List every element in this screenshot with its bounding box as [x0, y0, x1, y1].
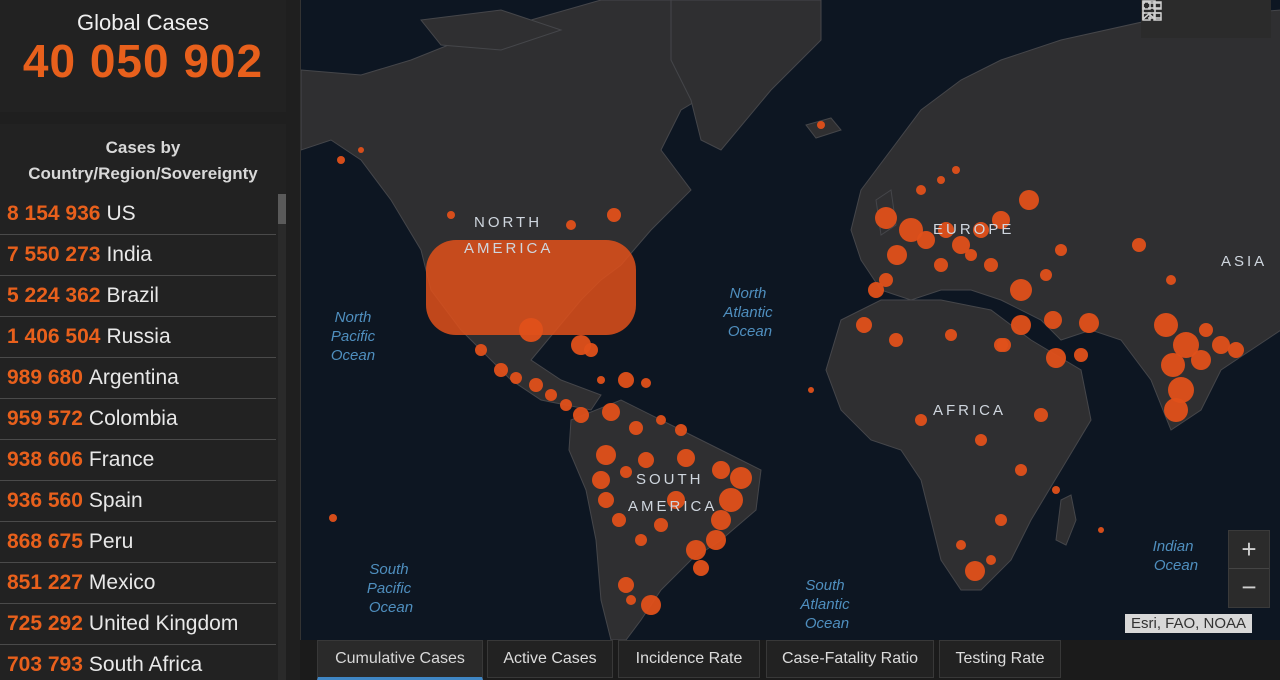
- list-scrollbar[interactable]: [278, 194, 286, 680]
- zoom-control: + −: [1228, 530, 1270, 608]
- list-item[interactable]: 989 680 Argentina: [0, 358, 276, 399]
- list-item[interactable]: 7 550 273 India: [0, 235, 276, 276]
- country-name: France: [88, 448, 155, 471]
- case-count: 703 793: [7, 653, 83, 676]
- list-item[interactable]: 1 406 504 Russia: [0, 317, 276, 358]
- case-count: 938 606: [7, 448, 83, 471]
- ocean-label: Ocean: [1154, 557, 1198, 574]
- list-item[interactable]: 851 227 Mexico: [0, 563, 276, 604]
- ocean-label: Indian: [1153, 538, 1194, 555]
- ocean-label: Atlantic: [799, 596, 850, 613]
- zoom-in-button[interactable]: +: [1229, 531, 1269, 569]
- list-item[interactable]: 725 292 United Kingdom: [0, 604, 276, 645]
- country-list: 8 154 936 US 7 550 273 India 5 224 362 Braz…: [0, 194, 276, 680]
- cases-by-country-header: Cases by Country/Region/Sovereignty: [0, 124, 286, 199]
- country-name: India: [106, 243, 152, 266]
- country-name: Brazil: [106, 284, 159, 307]
- case-count: 8 154 936: [7, 202, 101, 225]
- ocean-label: Ocean: [728, 323, 772, 340]
- case-count: 5 224 362: [7, 284, 101, 307]
- list-item[interactable]: 959 572 Colombia: [0, 399, 276, 440]
- case-count: 725 292: [7, 612, 83, 635]
- case-count: 868 675: [7, 530, 83, 553]
- scrollbar-thumb[interactable]: [278, 194, 286, 224]
- country-name: Mexico: [88, 571, 156, 594]
- ocean-label: Pacific: [331, 328, 376, 345]
- ocean-label: Ocean: [331, 347, 375, 364]
- ocean-label: Pacific: [367, 580, 412, 597]
- ocean-label: South: [805, 577, 844, 594]
- region-label-south: SOUTH: [636, 471, 704, 488]
- global-cases-value: 40 050 902: [22, 35, 264, 87]
- tab-incidence-rate[interactable]: Incidence Rate: [618, 640, 760, 678]
- map-canvas: NORTH AMERICA EUROPE ASIA AFRICA SOUTH A…: [301, 0, 1280, 640]
- case-count: 936 560: [7, 489, 83, 512]
- region-label-south-america: AMERICA: [628, 498, 717, 515]
- country-name: United Kingdom: [88, 612, 239, 635]
- list-item[interactable]: 5 224 362 Brazil: [0, 276, 276, 317]
- world-map[interactable]: NORTH AMERICA EUROPE ASIA AFRICA SOUTH A…: [300, 0, 1280, 640]
- case-count: 851 227: [7, 571, 83, 594]
- global-cases-panel: Global Cases 40 050 902: [0, 0, 286, 112]
- country-name: Peru: [88, 530, 134, 553]
- global-cases-title: Global Cases: [76, 10, 210, 35]
- country-name: Colombia: [88, 407, 178, 430]
- region-label-america: AMERICA: [464, 240, 553, 257]
- ocean-label: South: [369, 561, 408, 578]
- country-name: Russia: [106, 325, 171, 348]
- region-label-europe: EUROPE: [933, 221, 1014, 238]
- metric-tabs: Cumulative Cases Active Cases Incidence …: [300, 640, 1280, 680]
- case-count: 959 572: [7, 407, 83, 430]
- ocean-label: Ocean: [805, 615, 849, 632]
- list-item[interactable]: 938 606 France: [0, 440, 276, 481]
- header-line-1: Cases by: [105, 138, 181, 157]
- ocean-label: North: [335, 309, 372, 326]
- country-name: South Africa: [88, 653, 203, 676]
- region-label-asia: ASIA: [1221, 253, 1267, 270]
- grid-icon[interactable]: [1142, 1, 1261, 31]
- region-label-africa: AFRICA: [933, 402, 1006, 419]
- list-item[interactable]: 8 154 936 US: [0, 194, 276, 235]
- list-item[interactable]: 936 560 Spain: [0, 481, 276, 522]
- ocean-label: North: [730, 285, 767, 302]
- list-item[interactable]: 703 793 South Africa: [0, 645, 276, 680]
- map-attribution[interactable]: Esri, FAO, NOAA: [1125, 614, 1253, 633]
- cases-by-country-panel: Cases by Country/Region/Sovereignty 8 15…: [0, 124, 286, 680]
- country-name: Spain: [88, 489, 143, 512]
- map-toolbar: [1141, 0, 1271, 38]
- list-icon[interactable]: [1143, 2, 1218, 31]
- ocean-label: Atlantic: [722, 304, 773, 321]
- ocean-label: Ocean: [369, 599, 413, 616]
- country-name: Argentina: [88, 366, 179, 389]
- case-count: 1 406 504: [7, 325, 101, 348]
- country-name: US: [106, 202, 136, 225]
- case-count: 7 550 273: [7, 243, 101, 266]
- tab-case-fatality-ratio[interactable]: Case-Fatality Ratio: [766, 640, 934, 678]
- tab-cumulative-cases[interactable]: Cumulative Cases: [317, 640, 483, 680]
- case-count: 989 680: [7, 366, 83, 389]
- tab-testing-rate[interactable]: Testing Rate: [939, 640, 1061, 678]
- tab-active-cases[interactable]: Active Cases: [487, 640, 613, 678]
- region-label-north: NORTH: [474, 214, 542, 231]
- zoom-out-button[interactable]: −: [1229, 569, 1269, 606]
- header-line-2: Country/Region/Sovereignty: [28, 164, 258, 183]
- list-item[interactable]: 868 675 Peru: [0, 522, 276, 563]
